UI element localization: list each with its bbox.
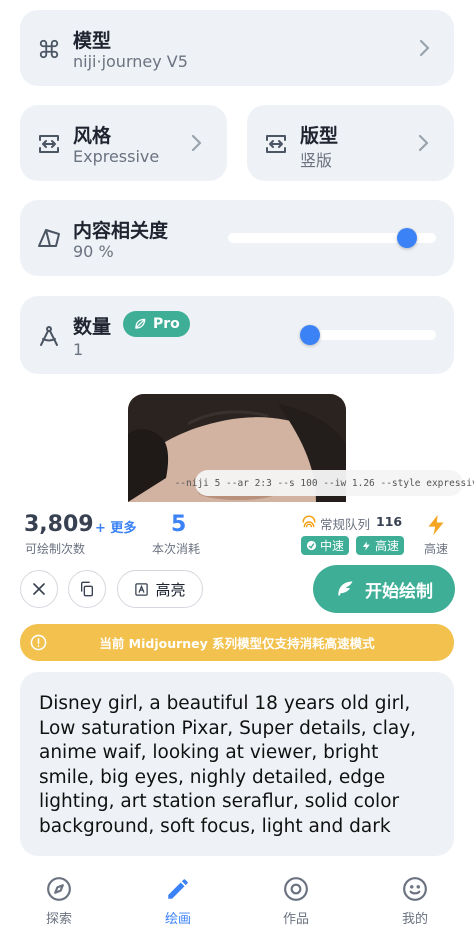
command-icon <box>39 39 59 59</box>
copy-button[interactable] <box>68 570 106 608</box>
cost-count: 5 <box>171 512 187 537</box>
speed-mode-label[interactable]: 高速 <box>424 540 448 557</box>
notice-banner: 当前 Midjourney 系列模型仅支持消耗高速模式 <box>20 624 454 661</box>
copy-icon <box>81 581 93 597</box>
chevron-right-icon <box>419 39 430 57</box>
queue-count: 116 <box>376 514 403 529</box>
nav-item-profile[interactable]: 我的 <box>375 866 455 936</box>
target-icon <box>284 877 308 901</box>
medium-speed-tag[interactable]: 中速 <box>301 536 350 555</box>
nav-item-explore[interactable]: 探索 <box>19 866 99 936</box>
pro-badge-label: Pro <box>153 316 180 332</box>
lightning-icon <box>428 515 444 535</box>
highlight-label: 高亮 <box>155 580 186 599</box>
style-title: 风格 <box>73 125 112 147</box>
start-drawing-button[interactable]: 开始绘制 <box>313 565 455 613</box>
start-drawing-label: 开始绘制 <box>365 581 433 602</box>
highlight-button[interactable]: 高亮 <box>117 570 203 608</box>
cost-label: 本次消耗 <box>152 542 201 556</box>
feather-icon <box>135 318 146 329</box>
nav-item-works[interactable]: 作品 <box>256 866 336 936</box>
fast-speed-tag[interactable]: 高速 <box>356 536 405 555</box>
chevron-right-icon <box>191 134 202 152</box>
model-card[interactable]: 模型 niji·journey V5 <box>20 10 454 86</box>
nav-label-draw: 绘画 <box>164 912 191 927</box>
params-tooltip: --niji 5 --ar 2:3 --s 100 --iw 1.26 --st… <box>175 470 474 496</box>
quantity-card: 数量 Pro 1 <box>20 296 454 374</box>
credits-count: 3,809 <box>24 512 94 537</box>
pencil-icon <box>168 879 188 899</box>
quantity-slider-track[interactable] <box>300 330 436 340</box>
nav-label-works: 作品 <box>282 912 309 927</box>
relevance-card: 内容相关度 90 % <box>20 200 454 276</box>
prompt-text[interactable]: Disney girl, a beautiful 18 years old gi… <box>39 692 439 839</box>
notice-text: 当前 Midjourney 系列模型仅支持消耗高速模式 <box>99 636 375 651</box>
style-card[interactable]: 风格 Expressive <box>20 105 227 181</box>
compass-draw-icon <box>40 326 58 346</box>
more-credits-link[interactable]: + 更多 <box>95 517 136 536</box>
smiley-icon <box>403 877 427 901</box>
layout-card[interactable]: 版型 竖版 <box>247 105 454 181</box>
quantity-value: 1 <box>73 340 84 359</box>
queue-label: 常规队列 <box>320 517 371 532</box>
tent-icon <box>38 229 60 247</box>
relevance-title: 内容相关度 <box>73 220 169 242</box>
style-value: Expressive <box>73 147 160 166</box>
clear-button[interactable] <box>20 570 58 608</box>
nav-item-draw[interactable]: 绘画 <box>138 866 218 936</box>
leaf-icon <box>306 540 317 551</box>
medium-speed-label: 中速 <box>320 539 345 553</box>
layout-title: 版型 <box>300 125 339 147</box>
credits-label: 可绘制次数 <box>25 542 86 556</box>
text-box-icon <box>135 582 149 596</box>
model-title: 模型 <box>73 30 112 52</box>
close-icon <box>33 583 45 595</box>
feather-icon <box>338 581 353 596</box>
nav-label-profile: 我的 <box>401 912 428 927</box>
relevance-slider-thumb[interactable] <box>397 228 418 248</box>
bolt-icon <box>362 540 370 551</box>
quantity-slider-thumb[interactable] <box>300 325 320 345</box>
chevron-right-icon <box>418 134 429 152</box>
width-icon <box>39 135 59 153</box>
bottom-nav: 探索 绘画 作品 我的 <box>0 866 474 943</box>
model-value: niji·journey V5 <box>73 52 188 71</box>
relevance-value: 90 % <box>73 242 114 261</box>
quantity-title: 数量 <box>73 316 112 338</box>
pro-badge: Pro <box>123 311 190 337</box>
nav-label-explore: 探索 <box>45 912 72 927</box>
fast-speed-label: 高速 <box>375 539 400 553</box>
layout-value: 竖版 <box>300 151 333 170</box>
compass-icon <box>47 877 71 901</box>
queue-icon <box>302 515 316 528</box>
width-icon <box>266 135 286 153</box>
prompt-box[interactable]: Disney girl, a beautiful 18 years old gi… <box>20 672 454 856</box>
